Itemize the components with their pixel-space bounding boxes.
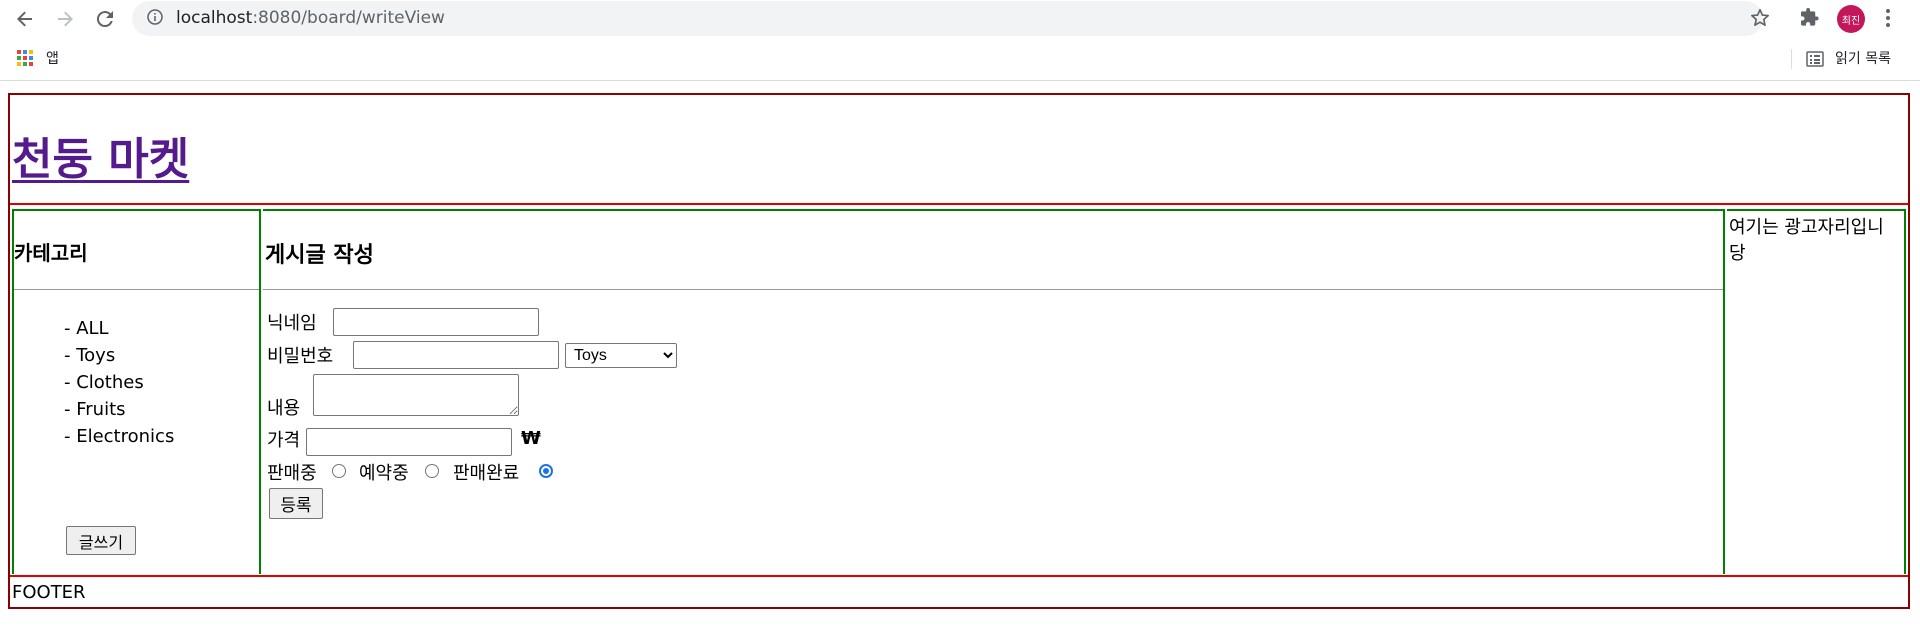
form-heading: 게시글 작성 xyxy=(265,243,374,268)
bookmarks-divider xyxy=(1791,49,1792,69)
main-section: 카테고리 - ALL - Toys - Clothes - Fruits - E… xyxy=(10,207,1908,577)
submit-button[interactable]: 등록 xyxy=(269,488,323,519)
apps-shortcut-label[interactable]: 앱 xyxy=(46,48,59,68)
back-arrow-icon xyxy=(17,11,32,27)
nickname-input[interactable] xyxy=(333,308,539,336)
price-input[interactable] xyxy=(306,428,512,456)
reload-icon xyxy=(96,11,113,28)
category-heading: 카테고리 xyxy=(14,241,88,265)
apps-grid-icon[interactable] xyxy=(17,50,33,66)
status-label-selling: 판매중 xyxy=(267,463,317,484)
category-item-electronics[interactable]: - Electronics xyxy=(64,423,174,450)
bookmarks-bar: 앱 읽기 목록 xyxy=(0,37,1920,81)
url-text[interactable]: localhost:8080/board/writeView xyxy=(176,8,445,28)
reading-list-label[interactable]: 읽기 목록 xyxy=(1835,48,1891,68)
forward-button[interactable] xyxy=(52,6,78,32)
write-form-panel: 게시글 작성 닉네임 비밀번호 Toys 내용 가격 ₩ 판매중 예약중 판매완… xyxy=(263,209,1725,574)
category-select[interactable]: Toys xyxy=(565,343,677,368)
browser-toolbar: localhost:8080/board/writeView 최진 xyxy=(0,0,1920,37)
site-header: 천둥 마켓 xyxy=(10,95,1908,205)
content-label: 내용 xyxy=(267,398,301,419)
ad-text: 여기는 광고자리입니당 xyxy=(1729,217,1884,264)
currency-won-symbol: ₩ xyxy=(521,428,541,449)
url-path: :8080/board/writeView xyxy=(252,8,445,28)
category-item-toys[interactable]: - Toys xyxy=(64,342,174,369)
page-container: 천둥 마켓 카테고리 - ALL - Toys - Clothes - Frui… xyxy=(8,93,1910,609)
url-host: localhost xyxy=(176,8,253,28)
form-divider xyxy=(263,289,1723,290)
password-input[interactable] xyxy=(353,341,559,369)
status-radio-sold[interactable] xyxy=(539,464,553,478)
password-label: 비밀번호 xyxy=(267,346,334,367)
category-list: - ALL - Toys - Clothes - Fruits - Electr… xyxy=(64,315,174,450)
category-sidebar: 카테고리 - ALL - Toys - Clothes - Fruits - E… xyxy=(12,209,261,574)
content-textarea[interactable] xyxy=(313,374,519,416)
forward-arrow-icon xyxy=(58,11,73,27)
category-divider xyxy=(14,289,259,290)
more-menu-icon[interactable] xyxy=(1884,8,1892,28)
category-item-clothes[interactable]: - Clothes xyxy=(64,369,174,396)
reload-button[interactable] xyxy=(92,6,118,32)
site-title-link[interactable]: 천둥 마켓 xyxy=(12,123,189,187)
status-radio-reserved[interactable] xyxy=(425,464,439,478)
nickname-label: 닉네임 xyxy=(267,313,317,334)
bookmark-star-icon[interactable] xyxy=(1749,7,1771,29)
site-info-icon[interactable] xyxy=(147,9,163,25)
footer-text: FOOTER xyxy=(12,582,86,603)
category-item-fruits[interactable]: - Fruits xyxy=(64,396,174,423)
status-radio-selling[interactable] xyxy=(332,464,346,478)
site-footer: FOOTER xyxy=(10,579,1908,607)
status-label-sold: 판매완료 xyxy=(453,463,520,484)
profile-avatar[interactable]: 최진 xyxy=(1837,5,1865,33)
category-item-all[interactable]: - ALL xyxy=(64,315,174,342)
ad-sidebar: 여기는 광고자리입니당 xyxy=(1727,209,1906,574)
status-label-reserved: 예약중 xyxy=(359,463,409,484)
extensions-puzzle-icon[interactable] xyxy=(1800,8,1820,28)
price-label: 가격 xyxy=(267,430,301,451)
write-post-button[interactable]: 글쓰기 xyxy=(66,526,136,555)
back-button[interactable] xyxy=(12,6,38,32)
reading-list-icon[interactable] xyxy=(1806,51,1824,67)
